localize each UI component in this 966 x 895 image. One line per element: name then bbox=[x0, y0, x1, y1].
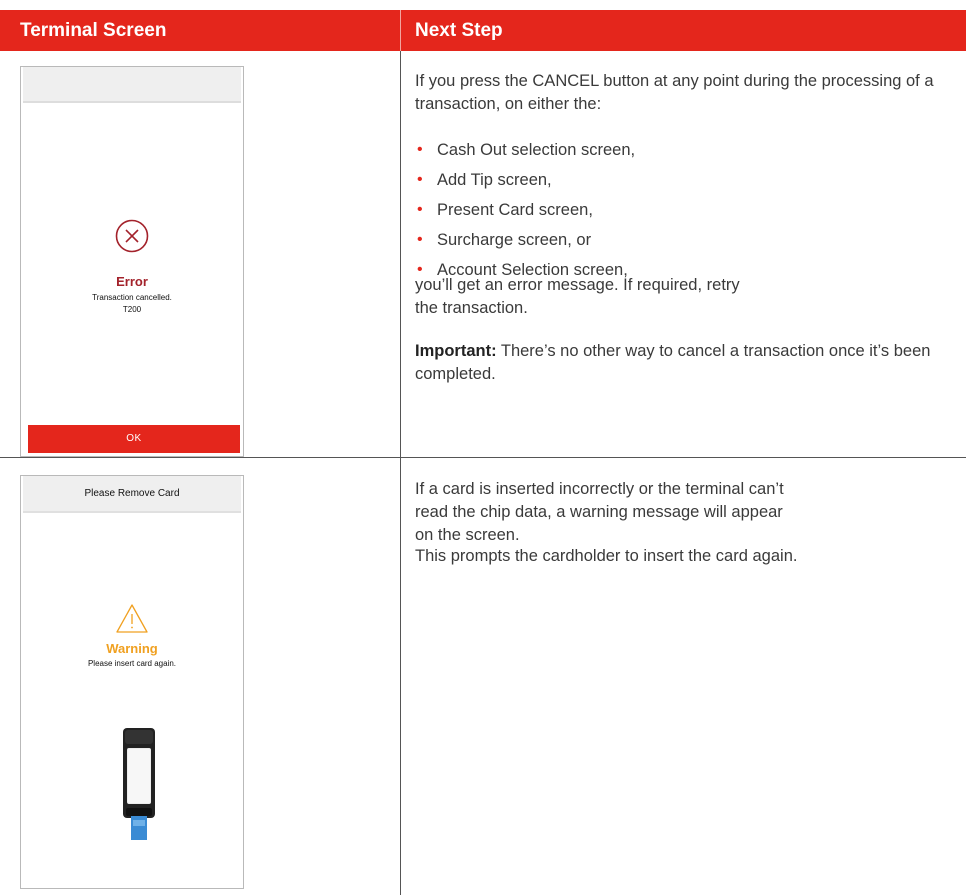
terminal-device-image bbox=[119, 726, 159, 841]
error-code: T200 bbox=[122, 305, 142, 314]
important-label: Important: bbox=[415, 342, 497, 360]
column-divider bbox=[400, 51, 401, 895]
row-divider bbox=[0, 457, 966, 458]
bullet-icon: • bbox=[417, 201, 423, 218]
screen-list: • Cash Out selection screen, • Add Tip scr… bbox=[415, 135, 635, 285]
list-item: • Cash Out selection screen, bbox=[415, 135, 635, 165]
screen-topbar-remove-card: Please Remove Card bbox=[23, 476, 241, 513]
bullet-icon: • bbox=[417, 171, 423, 188]
error-title: Error bbox=[116, 274, 148, 289]
ok-button[interactable]: OK bbox=[28, 425, 240, 453]
list-item: • Present Card screen, bbox=[415, 195, 635, 225]
warning-message: Please insert card again. bbox=[87, 659, 177, 668]
bullet-icon: • bbox=[417, 231, 423, 248]
error-message-line1: Transaction cancelled. bbox=[92, 293, 172, 302]
list-item: • Add Tip screen, bbox=[415, 165, 635, 195]
warning-triangle-icon bbox=[21, 603, 243, 640]
bullet-icon: • bbox=[417, 141, 423, 158]
close-circle-icon bbox=[21, 218, 243, 259]
screen-topbar bbox=[23, 67, 241, 103]
cancel-intro-text: If you press the CANCEL button at any po… bbox=[415, 72, 934, 113]
important-note: Important: There’s no other way to cance… bbox=[415, 340, 955, 386]
table-header: Terminal Screen Next Step bbox=[0, 10, 966, 51]
column-header-terminal-screen: Terminal Screen bbox=[20, 20, 167, 41]
warning-title: Warning bbox=[106, 641, 158, 656]
error-message: Transaction cancelled. T200 bbox=[21, 292, 243, 316]
list-item: • Surcharge screen, or bbox=[415, 225, 635, 255]
terminal-error-screen: Error Transaction cancelled. T200 OK bbox=[20, 66, 244, 457]
column-header-next-step: Next Step bbox=[415, 20, 503, 41]
header-divider bbox=[400, 10, 401, 51]
terminal-warning-screen: Please Remove Card Warning Please insert… bbox=[20, 475, 244, 889]
warning-explanation-text: If a card is inserted incorrectly or the… bbox=[415, 480, 784, 544]
warning-prompt-text: This prompts the cardholder to insert th… bbox=[415, 547, 798, 565]
error-message-text: you’ll get an error message. If required… bbox=[415, 276, 740, 317]
